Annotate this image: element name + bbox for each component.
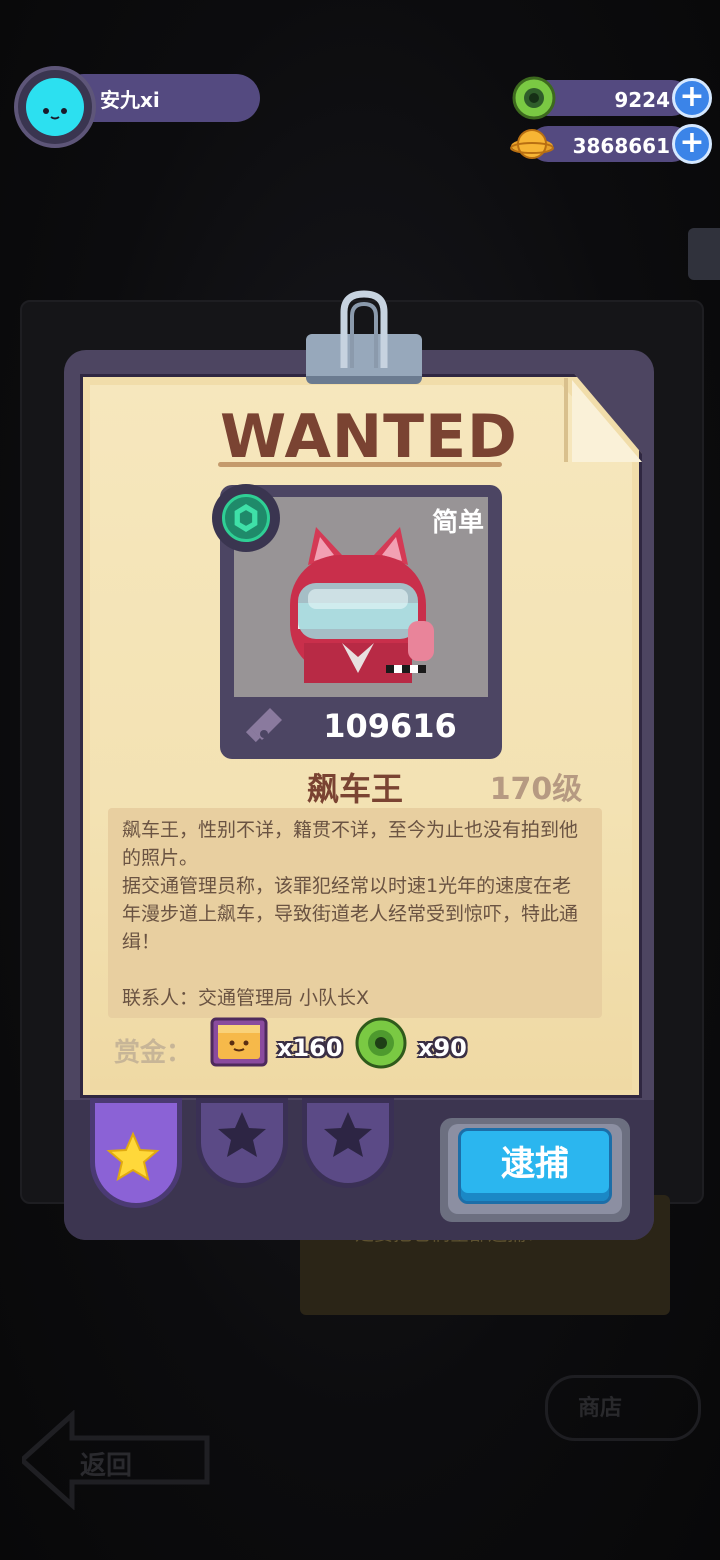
target-name: 飙车王	[306, 770, 403, 808]
back-button-label[interactable]: 返回	[80, 1445, 132, 1482]
star-icon	[324, 1112, 372, 1157]
description-line: 据交通管理员称，该罪犯经常以时速1光年的速度在老年漫步道上飙车，导致街道老人经常…	[122, 875, 579, 953]
combat-power-value: 109616	[323, 707, 457, 745]
sword-power-icon	[245, 708, 282, 743]
paper-fold-edge	[564, 378, 568, 462]
target-level: 170级	[489, 772, 583, 807]
description-contact: 联系人：交通管理局 小队长X	[122, 987, 370, 1009]
treasure-chest-icon	[210, 1017, 268, 1067]
green-donut-coin-icon	[355, 1017, 407, 1069]
planet-coin-count: 3868661	[572, 134, 670, 158]
add-planet-coin-button[interactable]: +	[672, 124, 712, 164]
reward-amount-donut: x90	[418, 1034, 467, 1062]
add-donut-coin-button[interactable]: +	[672, 78, 712, 118]
arrest-button[interactable]: 逮捕	[458, 1128, 612, 1204]
star-icon	[218, 1112, 266, 1157]
description-line	[122, 956, 588, 984]
description-box: 飙车王，性别不详，籍贯不详，至今为止也没有拍到他的照片。 据交通管理员称，该罪犯…	[108, 808, 602, 1018]
star-icon	[106, 1131, 160, 1182]
difficulty-label: 简单	[431, 508, 484, 538]
reward-label: 赏金：	[114, 1038, 193, 1068]
donut-coin-count: 9224	[614, 88, 670, 112]
title-underline	[218, 462, 502, 467]
cat-face-icon	[34, 92, 76, 126]
description-line: 飙车王，性别不详，籍贯不详，至今为止也没有拍到他的照片。	[122, 819, 579, 869]
player-name: 安九xi	[100, 88, 160, 112]
reward-amount-chest: x160	[277, 1034, 343, 1062]
shop-button[interactable]	[545, 1375, 701, 1441]
binder-clip-icon	[340, 290, 388, 368]
racer-cat-character-image	[290, 527, 434, 683]
hexagon-rank-icon	[222, 494, 270, 542]
side-tab-handle[interactable]	[688, 228, 720, 280]
shop-button-label[interactable]: 商店	[578, 1390, 622, 1422]
